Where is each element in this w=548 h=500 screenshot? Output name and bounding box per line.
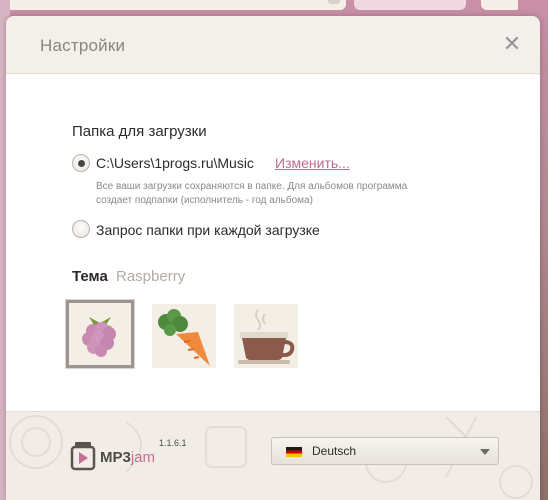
theme-raspberry[interactable] xyxy=(66,300,134,368)
background-button xyxy=(481,0,521,10)
mp3jam-logo: MP3jam xyxy=(70,441,170,473)
radio-fixed-folder[interactable] xyxy=(72,154,90,172)
download-folder-title: Папка для загрузки xyxy=(72,123,207,140)
download-folder-hint: Все ваши загрузки сохраняются в папке. Д… xyxy=(96,181,408,206)
logo-text-accent: jam xyxy=(130,449,156,466)
theme-current-name: Raspberry xyxy=(116,268,186,285)
settings-content: Папка для загрузки C:\Users\1progs.ru\Mu… xyxy=(6,75,540,411)
logo-text: MP3jam xyxy=(100,449,155,466)
settings-dialog: Настройки ✕ Папка для загрузки C:\Users\… xyxy=(6,16,540,500)
version-label: 1.1.6.1 xyxy=(159,438,187,448)
coffee-cup-icon xyxy=(234,304,298,368)
radio-ask-folder[interactable] xyxy=(72,220,90,238)
dialog-header: Настройки ✕ xyxy=(6,16,540,74)
language-value: Deutsch xyxy=(312,444,357,458)
carrot-icon xyxy=(152,304,216,368)
background-tab xyxy=(354,0,466,10)
raspberry-icon xyxy=(69,303,131,365)
dialog-footer: MP3jam 1.1.6.1 Deutsch xyxy=(6,411,540,500)
germany-flag-icon xyxy=(286,447,302,457)
theme-carrot[interactable] xyxy=(152,304,216,368)
language-select[interactable]: Deutsch xyxy=(271,437,499,465)
ask-folder-label: Запрос папки при каждой загрузке xyxy=(96,222,320,238)
background-search-field xyxy=(0,0,346,10)
close-icon[interactable]: ✕ xyxy=(502,33,522,55)
theme-label: Тема xyxy=(72,268,108,285)
logo-jar-icon xyxy=(70,442,96,471)
logo-text-main: MP3 xyxy=(100,449,131,466)
theme-coffee[interactable] xyxy=(234,304,298,368)
dialog-title: Настройки xyxy=(40,36,126,55)
folder-path-label: C:\Users\1progs.ru\Music xyxy=(96,155,254,171)
chevron-down-icon xyxy=(480,449,490,455)
change-folder-link[interactable]: Изменить... xyxy=(275,155,350,171)
